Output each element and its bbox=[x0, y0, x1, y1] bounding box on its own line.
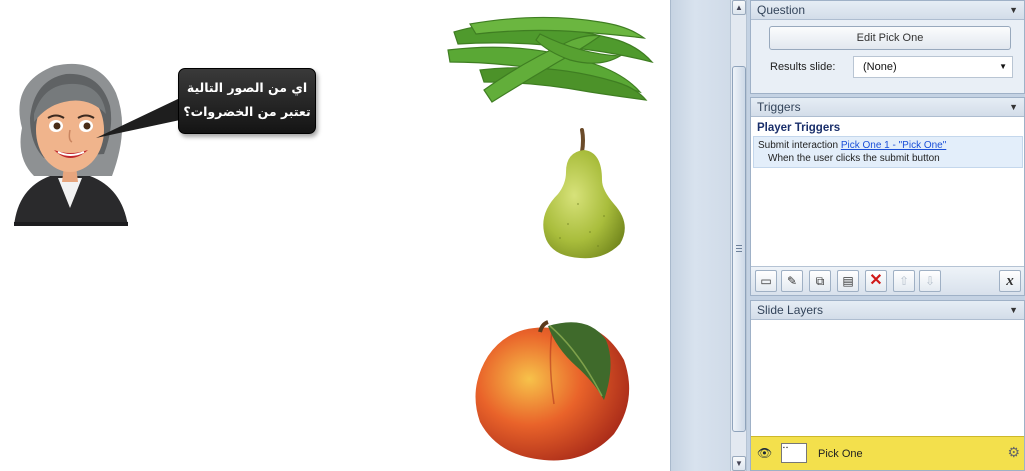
copy-trigger-icon[interactable]: ⧉ bbox=[809, 270, 831, 292]
speech-bubble-line1: اي من الصور التالية bbox=[186, 80, 308, 95]
dropdown-arrow-icon[interactable]: ▼ bbox=[999, 57, 1007, 77]
slide-canvas[interactable]: اي من الصور التالية تعتبر من الخضروات؟ bbox=[0, 0, 670, 471]
speech-bubble: اي من الصور التالية تعتبر من الخضروات؟ bbox=[178, 68, 316, 134]
move-down-icon[interactable]: ⇩ bbox=[919, 270, 941, 292]
collapse-chevron-icon[interactable]: ▼ bbox=[1009, 1, 1018, 19]
scrollbar-thumb[interactable] bbox=[732, 66, 746, 432]
trigger-action: Submit interaction bbox=[758, 140, 839, 151]
base-layer-name: Pick One bbox=[818, 448, 863, 460]
delete-trigger-icon[interactable]: ✕ bbox=[865, 270, 887, 292]
trigger-condition: When the user clicks the submit button bbox=[768, 153, 940, 164]
slide-layers-pane-header[interactable]: Slide Layers ▼ bbox=[751, 301, 1024, 320]
question-pane-header[interactable]: Question ▼ bbox=[751, 1, 1024, 20]
green-beans-image[interactable] bbox=[440, 10, 660, 106]
results-slide-value: (None) bbox=[863, 61, 897, 73]
scrollbar-grip-icon bbox=[736, 245, 742, 252]
triggers-pane-title: Triggers bbox=[757, 100, 801, 114]
paste-trigger-icon[interactable]: ▤ bbox=[837, 270, 859, 292]
move-up-icon[interactable]: ⇧ bbox=[893, 270, 915, 292]
edit-pick-one-button[interactable]: Edit Pick One bbox=[769, 26, 1011, 50]
base-layer-row[interactable]: 👁 ▪ ▪ Pick One ⚙ bbox=[751, 436, 1024, 470]
speech-bubble-tail bbox=[96, 98, 180, 138]
results-slide-select[interactable]: (None) ▼ bbox=[853, 56, 1013, 78]
trigger-target-link[interactable]: Pick One 1 - "Pick One" bbox=[841, 140, 946, 151]
pear-image[interactable] bbox=[538, 128, 632, 260]
right-side-panel: Question ▼ Edit Pick One Results slide: … bbox=[747, 0, 1025, 471]
eye-icon[interactable]: 👁 bbox=[757, 446, 773, 460]
player-triggers-heading: Player Triggers bbox=[757, 122, 841, 134]
canvas-gutter bbox=[670, 0, 730, 471]
layer-thumbnail: ▪ ▪ bbox=[781, 443, 807, 463]
triggers-pane-header[interactable]: Triggers ▼ bbox=[751, 98, 1024, 117]
new-trigger-icon[interactable]: ▭ bbox=[755, 270, 777, 292]
collapse-chevron-icon[interactable]: ▼ bbox=[1009, 301, 1018, 319]
triggers-pane: Triggers ▼ Player Triggers Submit intera… bbox=[750, 97, 1025, 296]
edit-trigger-icon[interactable]: ✎ bbox=[781, 270, 803, 292]
question-pane-title: Question bbox=[757, 3, 806, 17]
slide-layers-pane-title: Slide Layers bbox=[757, 303, 824, 317]
question-pane: Question ▼ Edit Pick One Results slide: … bbox=[750, 0, 1025, 94]
collapse-chevron-icon[interactable]: ▼ bbox=[1009, 98, 1018, 116]
trigger-row[interactable]: Submit interaction Pick One 1 - "Pick On… bbox=[753, 136, 1023, 168]
gear-icon[interactable]: ⚙ bbox=[1007, 444, 1020, 461]
scroll-down-button[interactable]: ▼ bbox=[732, 456, 746, 471]
scroll-up-button[interactable]: ▲ bbox=[732, 0, 746, 15]
triggers-toolbar: ▭ ✎ ⧉ ▤ ✕ ⇧ ⇩ x bbox=[751, 266, 1024, 295]
peach-image[interactable] bbox=[468, 304, 636, 464]
speech-bubble-line2: تعتبر من الخضروات؟ bbox=[183, 104, 311, 119]
slide-layers-pane: Slide Layers ▼ 👁 ▪ ▪ Pick One ⚙ bbox=[750, 300, 1025, 471]
results-slide-label: Results slide: bbox=[770, 61, 836, 73]
variables-icon[interactable]: x bbox=[999, 270, 1021, 292]
canvas-vertical-scrollbar[interactable]: ▲ ▼ bbox=[730, 0, 747, 471]
